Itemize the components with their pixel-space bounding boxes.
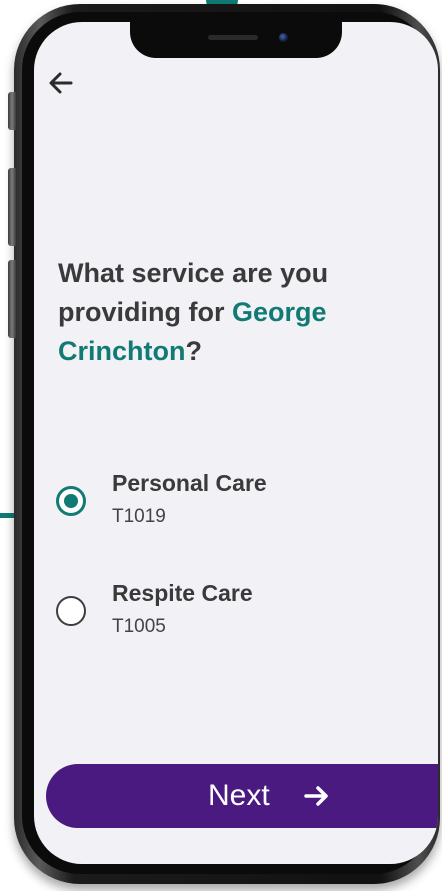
- arrow-left-icon: [49, 72, 73, 94]
- phone-volume-up-button: [8, 168, 16, 246]
- page-title: What service are you providing for Georg…: [58, 254, 418, 371]
- service-option-respite-care[interactable]: Respite Care T1005: [56, 580, 396, 650]
- radio-button-selected[interactable]: [56, 486, 86, 516]
- radio-button-unselected[interactable]: [56, 596, 86, 626]
- question-mark: ?: [185, 336, 203, 366]
- service-option-personal-care[interactable]: Personal Care T1019: [56, 470, 396, 540]
- option-title: Respite Care: [112, 580, 253, 606]
- phone-silent-switch: [8, 92, 16, 130]
- next-button[interactable]: Next: [46, 764, 438, 828]
- option-code: T1005: [112, 616, 166, 637]
- back-button[interactable]: [46, 68, 76, 98]
- speaker-grille: [208, 35, 258, 40]
- phone-screen: What service are you providing for Georg…: [34, 22, 438, 864]
- next-button-label: Next: [208, 779, 270, 812]
- stage: What service are you providing for Georg…: [0, 0, 442, 891]
- option-code: T1019: [112, 506, 166, 527]
- arrow-right-icon: [304, 786, 328, 806]
- option-title: Personal Care: [112, 470, 267, 496]
- phone-volume-down-button: [8, 260, 16, 338]
- phone-notch: [130, 22, 342, 58]
- front-camera-icon: [279, 33, 288, 42]
- radio-selected-dot: [64, 494, 78, 508]
